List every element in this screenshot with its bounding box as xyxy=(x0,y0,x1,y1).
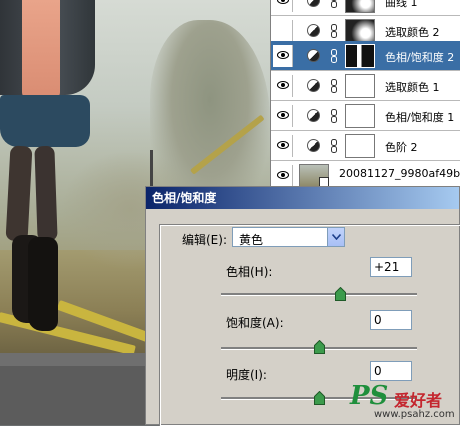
adjustment-layer-icon xyxy=(307,49,320,62)
layer-mask-thumbnail[interactable] xyxy=(345,19,375,43)
hue-input[interactable]: +21 xyxy=(370,257,412,277)
dialog-title[interactable]: 色相/饱和度 xyxy=(146,187,459,209)
link-icon xyxy=(331,49,337,63)
layer-name: 色阶 2 xyxy=(385,141,418,154)
hue-label: 色相(H): xyxy=(226,265,273,279)
layers-panel: 曲线 1 选取颜色 2 色相/饱和度 2 选取颜色 1 色相/饱和度 1 色阶 … xyxy=(270,0,460,188)
lightness-input[interactable]: 0 xyxy=(370,361,412,381)
edit-channel-select[interactable]: 黄色 xyxy=(232,227,345,247)
layer-name: 选取颜色 1 xyxy=(385,81,440,94)
link-icon xyxy=(331,0,337,8)
link-icon xyxy=(331,139,337,153)
link-icon xyxy=(331,79,337,93)
chevron-down-icon[interactable] xyxy=(327,228,344,246)
visibility-eye-icon[interactable] xyxy=(273,0,293,12)
visibility-eye-icon[interactable] xyxy=(273,45,293,67)
link-icon xyxy=(331,109,337,123)
layer-mask-thumbnail[interactable] xyxy=(345,134,375,158)
layer-name: 色相/饱和度 2 xyxy=(385,51,455,64)
adjustment-layer-icon xyxy=(307,79,320,92)
figure-leg-right xyxy=(34,145,58,242)
adjustment-layer-icon xyxy=(307,109,320,122)
layer-row[interactable]: 选取颜色 1 xyxy=(271,71,460,101)
saturation-input[interactable]: 0 xyxy=(370,310,412,330)
layer-mask-thumbnail[interactable] xyxy=(345,0,375,13)
layer-name: 色相/饱和度 1 xyxy=(385,111,455,124)
hue-slider-thumb[interactable] xyxy=(335,287,346,301)
figure-leg-left xyxy=(5,145,33,242)
link-icon xyxy=(331,24,337,38)
lightness-label: 明度(I): xyxy=(226,368,267,382)
hue-slider-track[interactable] xyxy=(221,293,417,296)
visibility-toggle-empty[interactable] xyxy=(273,20,293,42)
layer-row-selected[interactable]: 色相/饱和度 2 xyxy=(271,41,460,71)
watermark-text: 爱好者 xyxy=(394,391,443,410)
adjustment-layer-icon xyxy=(307,139,320,152)
lightness-slider-thumb[interactable] xyxy=(314,391,325,405)
figure-skirt xyxy=(0,95,90,147)
figure-boot-right xyxy=(28,237,58,331)
layer-mask-thumbnail[interactable] xyxy=(345,44,375,68)
layer-row[interactable]: 色阶 2 xyxy=(271,131,460,161)
layer-name: 曲线 1 xyxy=(385,0,418,9)
layer-mask-thumbnail[interactable] xyxy=(345,74,375,98)
layer-row-background[interactable]: 20081127_9980af49b5d5 xyxy=(271,161,460,188)
watermark-logo: PS 爱好者 www.psahz.com xyxy=(350,381,458,423)
adjustment-layer-icon xyxy=(307,0,320,7)
layer-mask-thumbnail[interactable] xyxy=(345,104,375,128)
watermark-url: www.psahz.com xyxy=(374,409,455,420)
figure-scarf xyxy=(22,0,60,100)
visibility-eye-icon[interactable] xyxy=(273,105,293,127)
layer-name: 选取颜色 2 xyxy=(385,26,440,39)
saturation-label: 饱和度(A): xyxy=(226,316,284,330)
layer-row[interactable]: 色相/饱和度 1 xyxy=(271,101,460,131)
layer-row[interactable]: 曲线 1 xyxy=(271,0,460,16)
visibility-eye-icon[interactable] xyxy=(273,135,293,157)
adjustment-layer-icon xyxy=(307,24,320,37)
edit-channel-value: 黄色 xyxy=(239,233,264,247)
saturation-slider-thumb[interactable] xyxy=(314,340,325,354)
watermark-ps: PS xyxy=(350,381,389,411)
layer-name: 20081127_9980af49b5d5 xyxy=(339,167,460,180)
visibility-eye-icon[interactable] xyxy=(273,165,293,187)
visibility-eye-icon[interactable] xyxy=(273,75,293,97)
edit-label: 编辑(E): xyxy=(182,233,227,247)
